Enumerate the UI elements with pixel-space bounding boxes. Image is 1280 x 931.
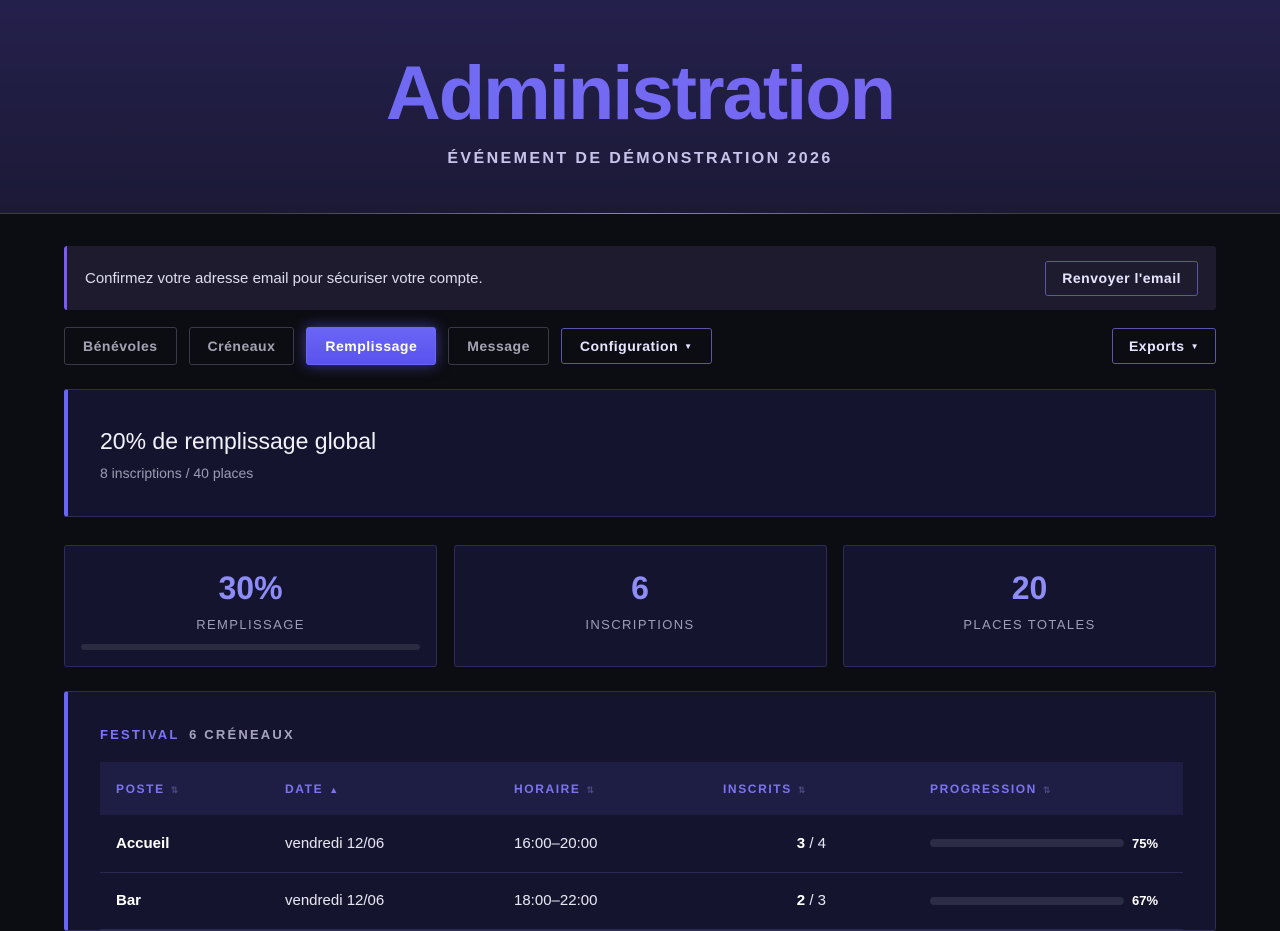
- section-title: FESTIVAL: [100, 727, 180, 742]
- tab-creneaux[interactable]: Créneaux: [188, 327, 295, 365]
- column-header-progression[interactable]: PROGRESSION ⇅: [914, 762, 1183, 815]
- cell-date: vendredi 12/06: [285, 834, 385, 852]
- admin-tabs: Bénévoles Créneaux Remplissage Message C…: [64, 327, 1216, 365]
- progress-percent: 67%: [1132, 893, 1159, 908]
- resend-email-button[interactable]: Renvoyer l'email: [1045, 260, 1198, 296]
- tab-remplissage[interactable]: Remplissage: [306, 327, 437, 365]
- slots-table: POSTE ⇅ DATE ▲ HORAIRE ⇅ INSCRITS ⇅ PROGRESS…: [100, 762, 1183, 930]
- cell-progression: 67%: [914, 872, 1183, 929]
- column-header-poste[interactable]: POSTE ⇅: [100, 762, 269, 815]
- fill-progress-bar: [81, 644, 420, 650]
- section-heading: FESTIVAL 6 CRÉNEAUX: [100, 727, 1183, 742]
- column-header-inscrits[interactable]: INSCRITS ⇅: [707, 762, 914, 815]
- sort-icon: ⇅: [586, 784, 596, 795]
- exports-label: Exports: [1128, 338, 1185, 354]
- cell-date: vendredi 12/06: [285, 892, 385, 909]
- column-header-horaire[interactable]: HORAIRE ⇅: [498, 762, 707, 815]
- sort-ascending-icon: ▲: [329, 784, 340, 795]
- stats-cards: 30% REMPLISSAGE 6 INSCRIPTIONS 20 PLACES…: [64, 545, 1216, 667]
- page-title: Administration: [0, 0, 1280, 136]
- stat-label: REMPLISSAGE: [196, 617, 305, 632]
- stat-label: INSCRIPTIONS: [585, 617, 695, 632]
- sort-icon: ⇅: [797, 784, 807, 795]
- progress-track: [930, 839, 1124, 848]
- global-fill-headline: 20% de remplissage global: [100, 428, 377, 454]
- sort-icon: ⇅: [170, 784, 180, 795]
- email-confirmation-banner: Confirmez votre adresse email pour sécur…: [64, 246, 1216, 310]
- chevron-down-icon: ▼: [1190, 342, 1199, 351]
- table-header-row: POSTE ⇅ DATE ▲ HORAIRE ⇅ INSCRITS ⇅ PROGRESS…: [100, 762, 1183, 815]
- tab-benevoles[interactable]: Bénévoles: [64, 327, 177, 365]
- progress-fill: [930, 839, 1076, 848]
- column-header-date[interactable]: DATE ▲: [269, 762, 498, 815]
- stat-card-inscriptions: 6 INSCRIPTIONS: [453, 545, 827, 667]
- stat-card-remplissage: 30% REMPLISSAGE: [64, 545, 437, 667]
- cell-inscrits: 2 / 3: [796, 892, 826, 909]
- table-row: Accueil vendredi 12/06 16:00–20:00 3 / 4…: [100, 815, 1183, 872]
- fill-progress-bar-fill: [81, 644, 183, 650]
- cell-poste: Accueil: [116, 834, 170, 852]
- stat-value: 6: [631, 570, 649, 606]
- stat-card-places: 20 PLACES TOTALES: [843, 545, 1216, 667]
- cell-inscrits: 3 / 4: [796, 834, 826, 852]
- cell-horaire: 18:00–22:00: [514, 892, 598, 909]
- configuration-label: Configuration: [579, 338, 679, 354]
- cell-horaire: 16:00–20:00: [514, 834, 598, 852]
- event-subtitle: ÉVÉNEMENT DE DÉMONSTRATION 2026: [447, 150, 833, 167]
- stat-label: PLACES TOTALES: [963, 617, 1096, 632]
- sort-icon: ⇅: [1042, 784, 1053, 795]
- progress-percent: 75%: [1132, 835, 1159, 851]
- global-fill-detail: 8 inscriptions / 40 places: [100, 465, 254, 481]
- cell-poste: Bar: [116, 892, 142, 909]
- tab-message[interactable]: Message: [448, 327, 549, 365]
- festival-section: FESTIVAL 6 CRÉNEAUX POSTE ⇅ DATE ▲ HORAIRE…: [64, 691, 1216, 931]
- page-header: Administration ÉVÉNEMENT DE DÉMONSTRATIO…: [0, 0, 1280, 214]
- configuration-dropdown[interactable]: Configuration ▼: [560, 328, 712, 364]
- stat-value: 20: [1011, 570, 1048, 606]
- stat-value: 30%: [218, 570, 283, 606]
- progress: 75%: [930, 836, 1183, 851]
- section-slot-count: 6 CRÉNEAUX: [189, 727, 295, 742]
- progress-track: [930, 896, 1124, 905]
- banner-message: Confirmez votre adresse email pour sécur…: [85, 269, 483, 287]
- progress-fill: [930, 896, 1060, 905]
- global-fill-summary: 20% de remplissage global 8 inscriptions…: [64, 389, 1216, 517]
- chevron-down-icon: ▼: [684, 342, 693, 351]
- table-row: Bar vendredi 12/06 18:00–22:00 2 / 3 67%: [100, 872, 1183, 929]
- cell-progression: 75%: [914, 815, 1183, 872]
- exports-dropdown[interactable]: Exports ▼: [1111, 328, 1216, 364]
- progress: 67%: [930, 893, 1183, 908]
